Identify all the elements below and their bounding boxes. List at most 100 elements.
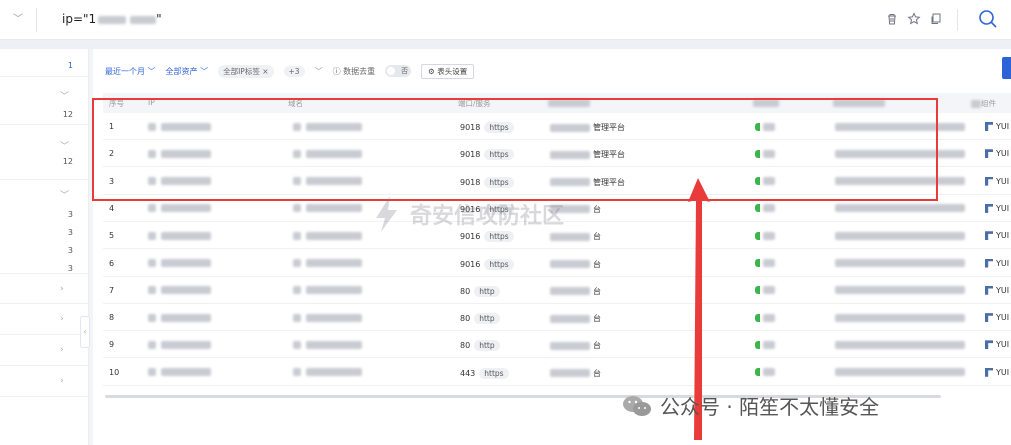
component-cell[interactable]: YUI xyxy=(985,149,1009,159)
title-text: 台 xyxy=(593,204,601,214)
domain-cell[interactable] xyxy=(293,286,362,295)
ip-cell[interactable] xyxy=(148,177,211,186)
primary-action-button[interactable] xyxy=(1002,57,1011,79)
component-cell[interactable]: YUI xyxy=(985,231,1009,241)
protocol-tag: https xyxy=(484,176,514,188)
protocol-tag: https xyxy=(484,258,514,270)
component-cell[interactable]: YUI xyxy=(985,122,1009,131)
ip-cell[interactable] xyxy=(148,368,211,377)
port-cell[interactable]: 443 https xyxy=(460,367,509,379)
ip-cell[interactable] xyxy=(148,259,211,268)
col-header-port[interactable]: 端口/服务 xyxy=(458,98,491,109)
component-cell[interactable]: YUI xyxy=(985,258,1009,268)
domain-cell[interactable] xyxy=(293,149,362,158)
chevron-right-icon[interactable]: › xyxy=(60,314,64,324)
chevron-down-icon[interactable]: ﹀ xyxy=(60,139,69,152)
table-row[interactable]: 3 9018 https 管理平台 YUI xyxy=(103,168,1011,195)
title-cell[interactable]: 台 xyxy=(550,340,601,351)
domain-cell[interactable] xyxy=(293,340,362,349)
domain-cell[interactable] xyxy=(293,231,362,240)
table-row[interactable]: 2 9018 https 管理平台 YUI xyxy=(103,140,1011,168)
domain-cell[interactable] xyxy=(293,368,362,377)
summary-cell[interactable]: 1 xyxy=(0,49,89,77)
component-cell[interactable]: YUI xyxy=(985,203,1009,213)
domain-cell[interactable] xyxy=(293,204,362,213)
column-settings-button[interactable]: ⚙ 表头设置 xyxy=(421,63,475,79)
port-cell[interactable]: 9016 https xyxy=(460,258,514,270)
domain-cell[interactable] xyxy=(293,122,362,131)
ip-cell[interactable] xyxy=(148,286,211,295)
title-cell[interactable]: 管理平台 xyxy=(550,177,625,188)
chevron-down-icon[interactable]: ﹀ xyxy=(10,12,26,28)
table-header: 序号 IP 域名 端口/服务 组件 xyxy=(103,93,1011,113)
table-row[interactable]: 8 80 http 台 YUI xyxy=(103,304,1011,332)
dedupe-toggle[interactable]: 否 xyxy=(385,65,412,77)
chevron-right-icon[interactable]: › xyxy=(60,345,64,355)
domain-cell[interactable] xyxy=(293,259,362,268)
collapse-handle[interactable]: ‹ xyxy=(80,316,90,348)
col-header-ip[interactable]: IP xyxy=(148,98,155,107)
port-cell[interactable]: 9018 https xyxy=(460,149,514,161)
port-cell[interactable]: 80 http xyxy=(460,340,500,352)
chevron-down-icon[interactable]: ﹀ xyxy=(315,66,323,77)
chevron-right-icon[interactable]: › xyxy=(60,376,64,386)
time-filter[interactable]: 最近一个月 ﹀ xyxy=(105,66,156,77)
search-query[interactable]: ip="1 " xyxy=(62,12,162,26)
component-cell[interactable]: YUI xyxy=(985,176,1009,186)
chevron-down-icon[interactable]: ﹀ xyxy=(60,89,69,102)
ip-tag-chip[interactable]: 全部IP标签 × xyxy=(218,64,274,78)
more-tags-chip[interactable]: +3 xyxy=(283,65,305,77)
summary-cell[interactable]: › xyxy=(0,366,89,397)
ip-cell[interactable] xyxy=(148,340,211,349)
table-row[interactable]: 9 80 http 台 YUI xyxy=(103,331,1011,359)
trash-icon[interactable] xyxy=(884,11,900,27)
ip-cell[interactable] xyxy=(148,231,211,240)
redacted-text xyxy=(293,231,301,240)
component-cell[interactable]: YUI xyxy=(985,367,1009,377)
title-cell[interactable]: 台 xyxy=(550,286,601,297)
summary-cell[interactable]: ﹀ 12 xyxy=(0,125,89,180)
asset-filter[interactable]: 全部资产 ﹀ xyxy=(166,66,209,77)
search-icon[interactable] xyxy=(976,7,1000,31)
port-cell[interactable]: 9018 https xyxy=(460,122,514,133)
ip-cell[interactable] xyxy=(148,122,211,131)
col-header-title[interactable] xyxy=(548,98,590,107)
summary-cell[interactable]: › xyxy=(0,274,89,304)
title-cell[interactable]: 台 xyxy=(550,259,601,270)
title-cell[interactable]: 管理平台 xyxy=(550,122,625,133)
title-cell[interactable]: 台 xyxy=(550,368,601,379)
col-header-domain[interactable]: 域名 xyxy=(288,98,303,109)
table-row[interactable]: 10 443 https 台 YUI xyxy=(103,359,1011,386)
ip-cell[interactable] xyxy=(148,204,211,213)
component-cell[interactable]: YUI xyxy=(985,285,1009,295)
table-row[interactable]: 7 80 http 台 YUI xyxy=(103,277,1011,304)
col-header-component[interactable]: 组件 xyxy=(971,98,996,109)
star-icon[interactable] xyxy=(906,11,922,27)
domain-cell[interactable] xyxy=(293,313,362,322)
summary-cell[interactable]: › xyxy=(0,304,89,335)
chevron-down-icon[interactable]: ﹀ xyxy=(60,188,69,201)
ip-cell[interactable] xyxy=(148,149,211,158)
summary-cell[interactable]: › xyxy=(0,335,89,366)
close-icon[interactable]: × xyxy=(262,67,268,76)
copy-icon[interactable] xyxy=(928,11,944,27)
title-text: 台 xyxy=(593,232,601,242)
component-cell[interactable]: YUI xyxy=(985,313,1009,323)
redacted-text xyxy=(306,122,362,131)
table-row[interactable]: 6 9016 https 台 YUI xyxy=(103,250,1011,277)
table-row[interactable]: 1 9018 https 管理平台 YUI xyxy=(103,113,1011,140)
col-header-location[interactable] xyxy=(833,98,885,107)
chevron-right-icon[interactable]: › xyxy=(60,284,64,294)
col-header-status[interactable] xyxy=(753,98,779,107)
port-cell[interactable]: 80 http xyxy=(460,285,500,297)
title-cell[interactable]: 台 xyxy=(550,313,601,324)
domain-cell[interactable] xyxy=(293,177,362,186)
port-cell[interactable]: 80 http xyxy=(460,313,500,325)
summary-cell[interactable]: ﹀ 12 xyxy=(0,77,89,125)
component-icon xyxy=(985,231,993,241)
summary-cell[interactable]: ﹀ 3 3 3 3 xyxy=(0,180,89,274)
port-cell[interactable]: 9018 https xyxy=(460,176,514,188)
ip-cell[interactable] xyxy=(148,313,211,322)
component-cell[interactable]: YUI xyxy=(985,340,1009,350)
title-cell[interactable]: 管理平台 xyxy=(550,149,625,160)
